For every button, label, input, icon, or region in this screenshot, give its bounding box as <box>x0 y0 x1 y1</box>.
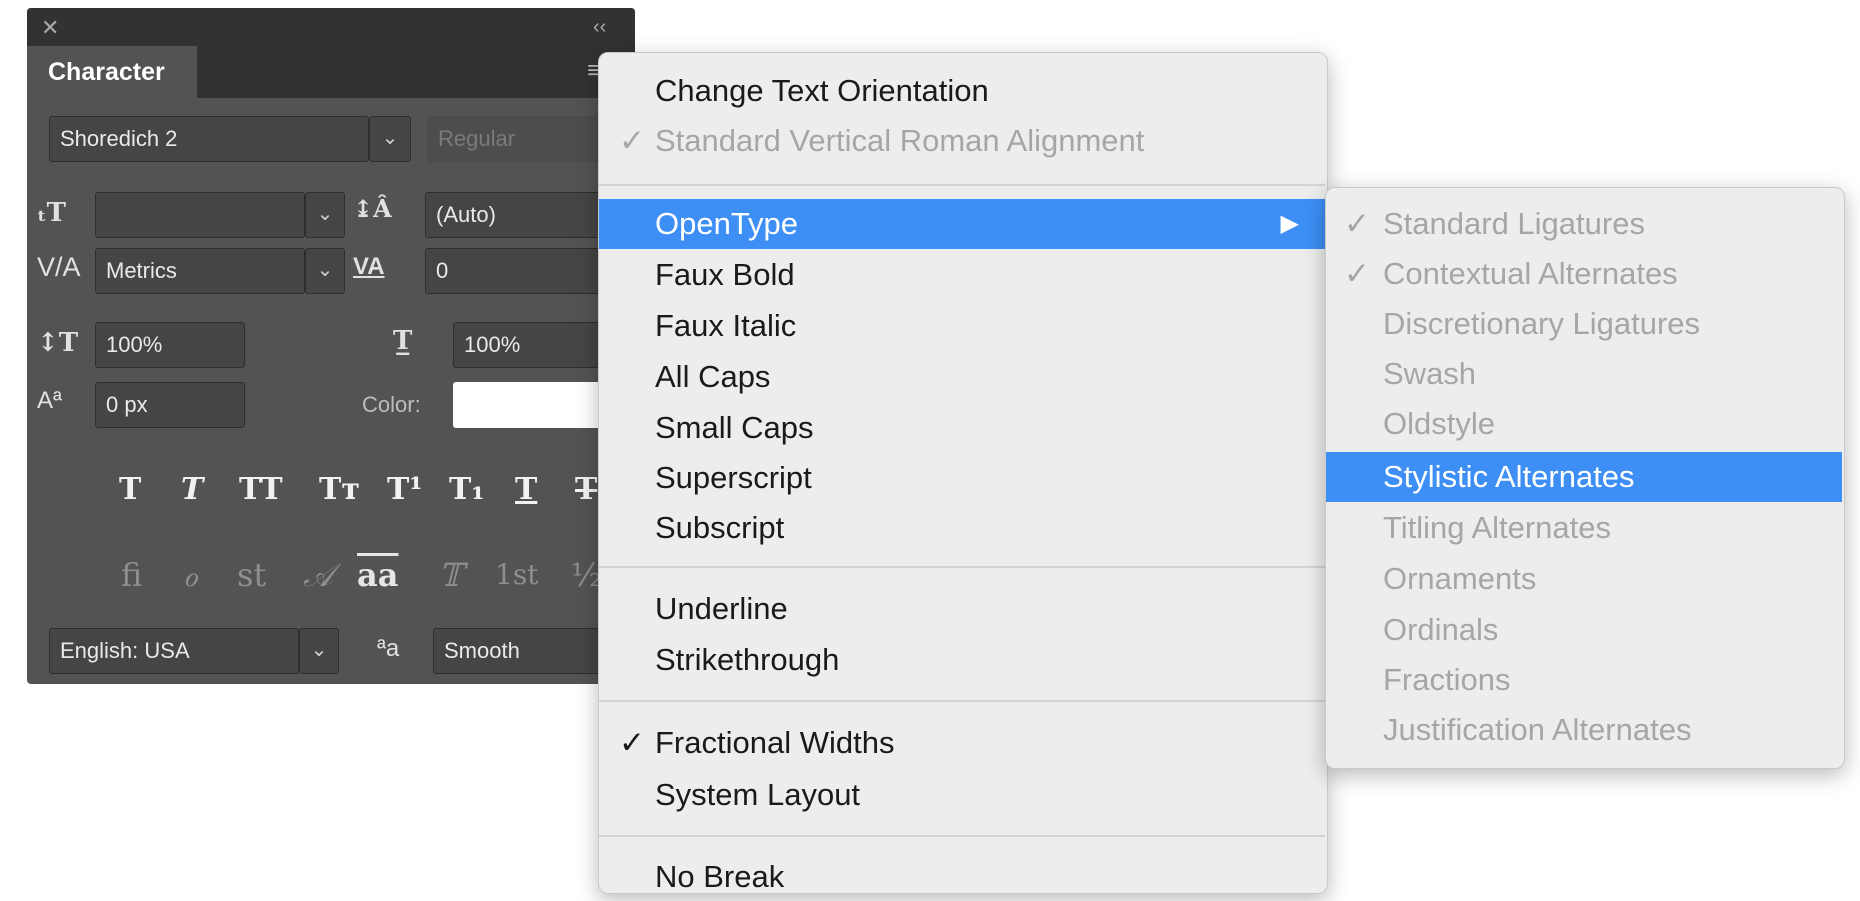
ordinals-button[interactable]: 1st <box>495 553 538 597</box>
titling-alternates-button[interactable]: 𝕋 <box>439 553 463 597</box>
superscript-button[interactable]: T¹ <box>387 470 422 510</box>
submenu-item-discretionary-ligatures[interactable]: Discretionary Ligatures <box>1326 299 1842 349</box>
font-style-field[interactable]: Regular <box>427 116 605 162</box>
kerning-icon: V/A <box>37 252 81 282</box>
opentype-buttons: ﬁ ℴ st 𝒜 aa 𝕋 1st ½ <box>87 553 607 597</box>
submenu-item-swash[interactable]: Swash <box>1326 349 1842 399</box>
collapse-icon[interactable]: ‹‹ <box>593 16 606 38</box>
close-icon[interactable]: ✕ <box>41 17 59 39</box>
menu-item-change-text-orientation[interactable]: Change Text Orientation <box>599 67 1325 115</box>
font-family-field[interactable]: Shoredich 2 <box>49 116 369 162</box>
antialias-icon: ªa <box>377 635 400 662</box>
strikethrough-button[interactable]: T <box>575 470 597 510</box>
faux-bold-button[interactable]: T <box>119 470 141 510</box>
discretionary-ligatures-button[interactable]: st <box>237 553 266 597</box>
menu-separator <box>599 700 1325 702</box>
menu-separator <box>599 566 1325 568</box>
submenu-item-standard-ligatures[interactable]: ✓ Standard Ligatures <box>1326 199 1842 249</box>
character-panel-menu: Change Text Orientation ✓ Standard Verti… <box>598 52 1328 894</box>
subscript-button[interactable]: T₁ <box>449 470 484 510</box>
menu-item-underline[interactable]: Underline <box>599 585 1325 633</box>
baseline-shift-icon: Aª <box>37 387 62 414</box>
menu-item-opentype[interactable]: OpenType ▶ <box>599 199 1325 249</box>
menu-item-strikethrough[interactable]: Strikethrough <box>599 636 1325 684</box>
tab-character[interactable]: Character <box>27 46 197 98</box>
font-size-icon: ₜT <box>37 198 66 228</box>
checkmark-icon: ✓ <box>619 123 645 158</box>
tracking-field[interactable]: 0 <box>425 248 605 294</box>
submenu-item-justification-alternates[interactable]: Justification Alternates <box>1326 705 1842 755</box>
opentype-submenu: ✓ Standard Ligatures ✓ Contextual Altern… <box>1325 187 1845 769</box>
menu-separator <box>599 184 1325 186</box>
ligatures-button[interactable]: ﬁ <box>121 553 142 597</box>
kerning-field[interactable]: Metrics <box>95 248 305 294</box>
checkmark-icon: ✓ <box>619 725 645 760</box>
checkmark-icon: ✓ <box>1344 206 1370 241</box>
panel-titlebar: ✕ ‹‹ <box>27 8 635 46</box>
leading-icon: ↨Â <box>353 194 392 223</box>
horizontal-scale-icon: T̲ <box>393 326 413 356</box>
chevron-down-icon[interactable]: ⌄ <box>299 628 339 674</box>
menu-item-faux-italic[interactable]: Faux Italic <box>599 302 1325 350</box>
menu-item-faux-bold[interactable]: Faux Bold <box>599 251 1325 299</box>
submenu-item-contextual-alternates[interactable]: ✓ Contextual Alternates <box>1326 249 1842 299</box>
submenu-item-titling-alternates[interactable]: Titling Alternates <box>1326 503 1842 553</box>
menu-item-no-break[interactable]: No Break <box>599 853 1325 901</box>
chevron-down-icon[interactable]: ⌄ <box>369 116 411 162</box>
panel-tabbar: Character ≡ <box>27 46 635 98</box>
tracking-icon: VA <box>353 253 385 280</box>
menu-separator <box>599 835 1325 837</box>
language-field[interactable]: English: USA <box>49 628 299 674</box>
all-caps-button[interactable]: TT <box>239 470 283 510</box>
menu-item-system-layout[interactable]: System Layout <box>599 771 1325 819</box>
color-label: Color: <box>362 392 421 417</box>
menu-item-superscript[interactable]: Superscript <box>599 454 1325 502</box>
menu-item-standard-vertical-roman-alignment[interactable]: ✓ Standard Vertical Roman Alignment <box>599 117 1325 165</box>
submenu-item-oldstyle[interactable]: Oldstyle <box>1326 399 1842 449</box>
stylistic-alternates-button[interactable]: aa <box>357 553 398 597</box>
submenu-item-ornaments[interactable]: Ornaments <box>1326 554 1842 604</box>
menu-item-fractional-widths[interactable]: ✓ Fractional Widths <box>599 719 1325 767</box>
chevron-down-icon[interactable]: ⌄ <box>305 248 345 294</box>
oldstyle-button[interactable]: ℴ <box>183 553 198 597</box>
antialias-field[interactable]: Smooth <box>433 628 605 674</box>
submenu-item-stylistic-alternates[interactable]: Stylistic Alternates <box>1326 452 1842 502</box>
chevron-down-icon[interactable]: ⌄ <box>305 192 345 238</box>
submenu-item-fractions[interactable]: Fractions <box>1326 655 1842 705</box>
vertical-scale-icon: ↕T <box>37 328 79 358</box>
small-caps-button[interactable]: Tт <box>319 470 360 510</box>
checkmark-icon: ✓ <box>1344 256 1370 291</box>
character-panel: ✕ ‹‹ Character ≡ Shoredich 2 ⌄ Regular ₜ… <box>27 8 635 684</box>
horizontal-scale-field[interactable]: 100% <box>453 322 605 368</box>
font-size-field[interactable] <box>95 192 305 238</box>
vertical-scale-field[interactable]: 100% <box>95 322 245 368</box>
leading-field[interactable]: (Auto) <box>425 192 605 238</box>
faux-italic-button[interactable]: T <box>181 470 203 510</box>
menu-item-subscript[interactable]: Subscript <box>599 504 1325 552</box>
swash-button[interactable]: 𝒜 <box>303 553 333 597</box>
menu-item-small-caps[interactable]: Small Caps <box>599 404 1325 452</box>
underline-button[interactable]: T <box>515 470 537 510</box>
color-swatch[interactable] <box>453 382 605 428</box>
submenu-item-ordinals[interactable]: Ordinals <box>1326 605 1842 655</box>
submenu-arrow-icon: ▶ <box>1280 210 1299 237</box>
baseline-shift-field[interactable]: 0 px <box>95 382 245 428</box>
menu-item-all-caps[interactable]: All Caps <box>599 353 1325 401</box>
type-style-buttons: T T TT Tт T¹ T₁ T T <box>87 470 607 510</box>
